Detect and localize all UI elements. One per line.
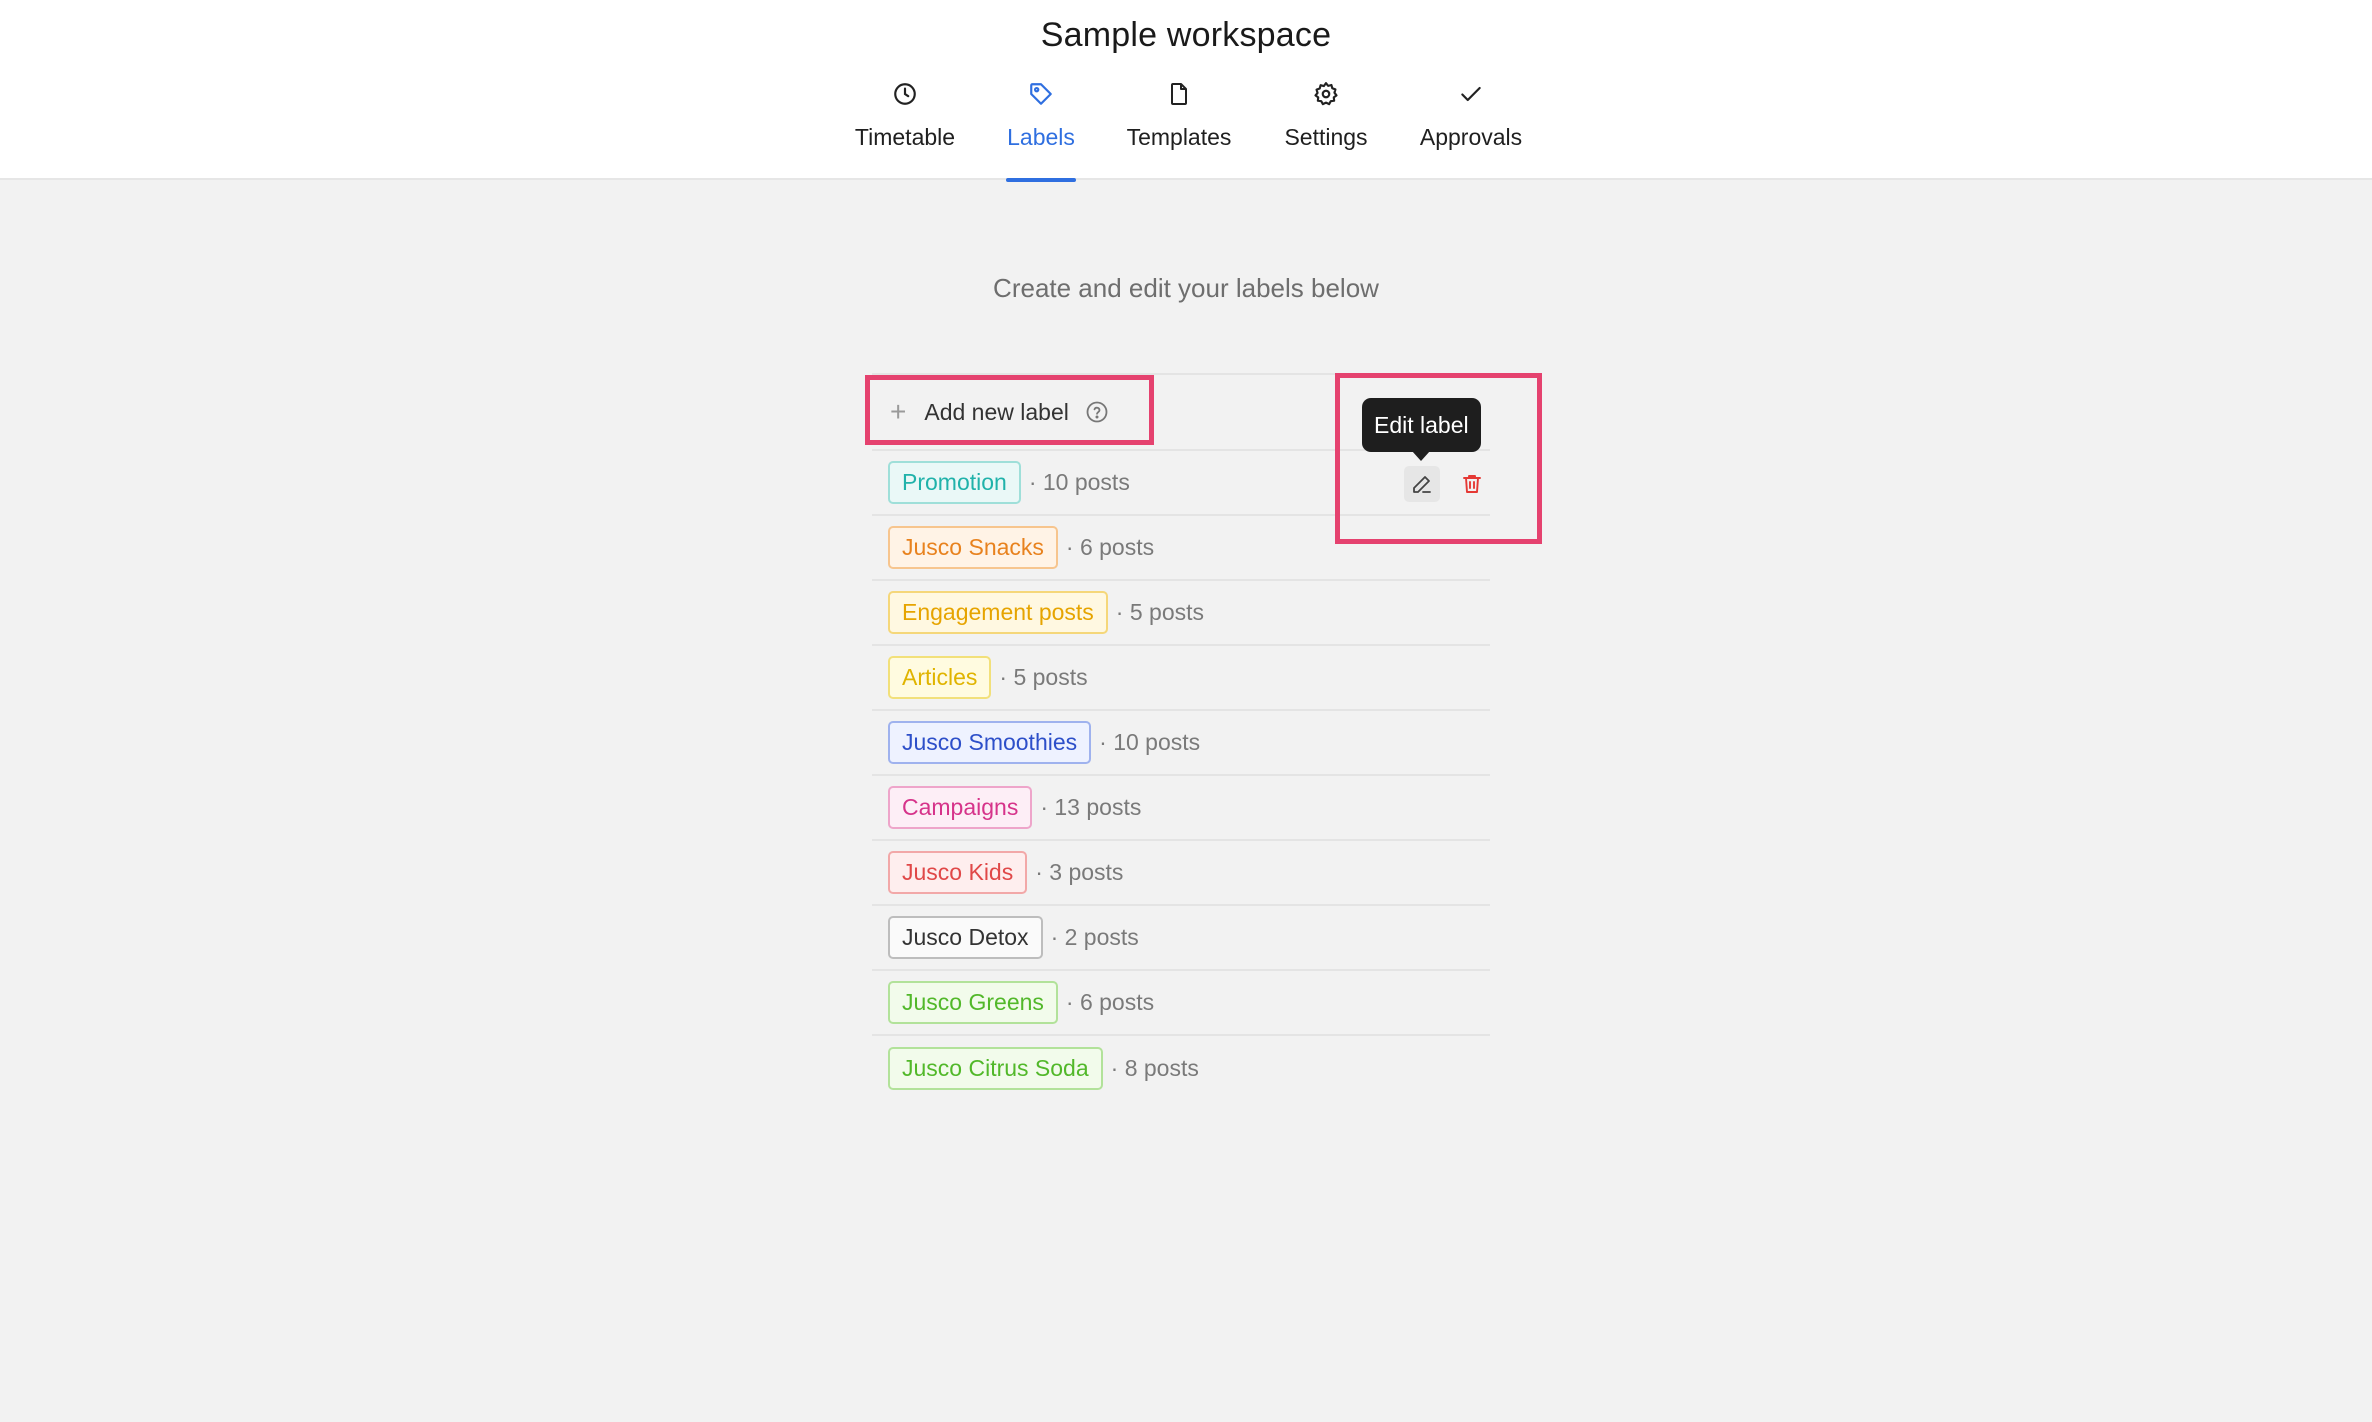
add-label-text: Add new label (924, 398, 1069, 425)
label-chip[interactable]: Jusco Kids (888, 851, 1028, 894)
label-row: Articles · 5 posts (872, 646, 1490, 711)
clock-icon (892, 74, 918, 114)
post-count: · 5 posts (999, 664, 1088, 690)
tab-timetable[interactable]: Timetable (853, 74, 957, 180)
page-subtitle: Create and edit your labels below (993, 273, 1379, 303)
tab-label: Approvals (1419, 124, 1523, 150)
tab-approvals[interactable]: Approvals (1419, 74, 1523, 180)
post-count: · 6 posts (1065, 534, 1155, 560)
post-count: · 6 posts (1065, 989, 1155, 1015)
tab-label: Settings (1284, 124, 1368, 150)
label-row: Jusco Detox · 2 posts (872, 906, 1490, 971)
tab-label: Timetable (854, 124, 956, 150)
tab-labels[interactable]: Labels (1006, 74, 1076, 182)
label-chip[interactable]: Jusco Smoothies (888, 721, 1092, 764)
label-row: Jusco Smoothies · 10 posts (872, 711, 1490, 776)
label-row: Campaigns · 13 posts (872, 776, 1490, 841)
label-row: Engagement posts · 5 posts (872, 581, 1490, 646)
edit-label-button[interactable] (1404, 466, 1440, 502)
tab-label: Templates (1126, 124, 1232, 150)
label-chip[interactable]: Jusco Snacks (888, 526, 1058, 569)
post-count: · 10 posts (1028, 469, 1130, 495)
tab-templates[interactable]: Templates (1125, 74, 1233, 180)
label-chip[interactable]: Promotion (888, 461, 1021, 504)
help-icon[interactable] (1085, 400, 1109, 424)
post-count: · 13 posts (1040, 794, 1142, 820)
post-count: · 8 posts (1110, 1055, 1199, 1081)
label-chip[interactable]: Engagement posts (888, 591, 1108, 634)
check-icon (1458, 74, 1484, 114)
label-row: Jusco Citrus Soda · 8 posts (872, 1036, 1490, 1101)
delete-label-button[interactable] (1454, 466, 1490, 502)
label-chip[interactable]: Campaigns (888, 786, 1033, 829)
label-chip[interactable]: Articles (888, 656, 992, 699)
trash-icon (1463, 475, 1481, 493)
label-row: Jusco Greens · 6 posts (872, 971, 1490, 1036)
tag-icon (1028, 74, 1054, 114)
workspace-title: Sample workspace (1040, 16, 1332, 54)
pencil-icon (1413, 476, 1431, 493)
label-chip[interactable]: Jusco Citrus Soda (888, 1047, 1103, 1090)
plus-icon: + (890, 396, 907, 427)
label-row: Jusco Snacks · 6 posts (872, 516, 1490, 581)
label-chip[interactable]: Jusco Detox (888, 916, 1043, 959)
post-count: · 5 posts (1115, 599, 1205, 625)
add-new-label-button[interactable]: + Add new label (890, 398, 1109, 426)
label-chip[interactable]: Jusco Greens (888, 981, 1058, 1024)
post-count: · 3 posts (1035, 859, 1124, 885)
label-row: Promotion · 10 posts (872, 451, 1490, 516)
post-count: · 2 posts (1050, 924, 1139, 950)
edit-label-tooltip: Edit label (1362, 398, 1481, 461)
labels-list: + Add new label Promotion · 10 posts Jus… (872, 373, 1490, 1101)
app-header: Sample workspace Timetable Labels Templa… (0, 0, 2372, 182)
tab-label: Labels (1007, 124, 1075, 150)
file-icon (1167, 74, 1191, 114)
tab-settings[interactable]: Settings (1282, 74, 1370, 180)
post-count: · 10 posts (1099, 729, 1201, 755)
row-actions (1404, 465, 1490, 503)
gear-icon (1313, 74, 1339, 114)
label-row: Jusco Kids · 3 posts (872, 841, 1490, 906)
